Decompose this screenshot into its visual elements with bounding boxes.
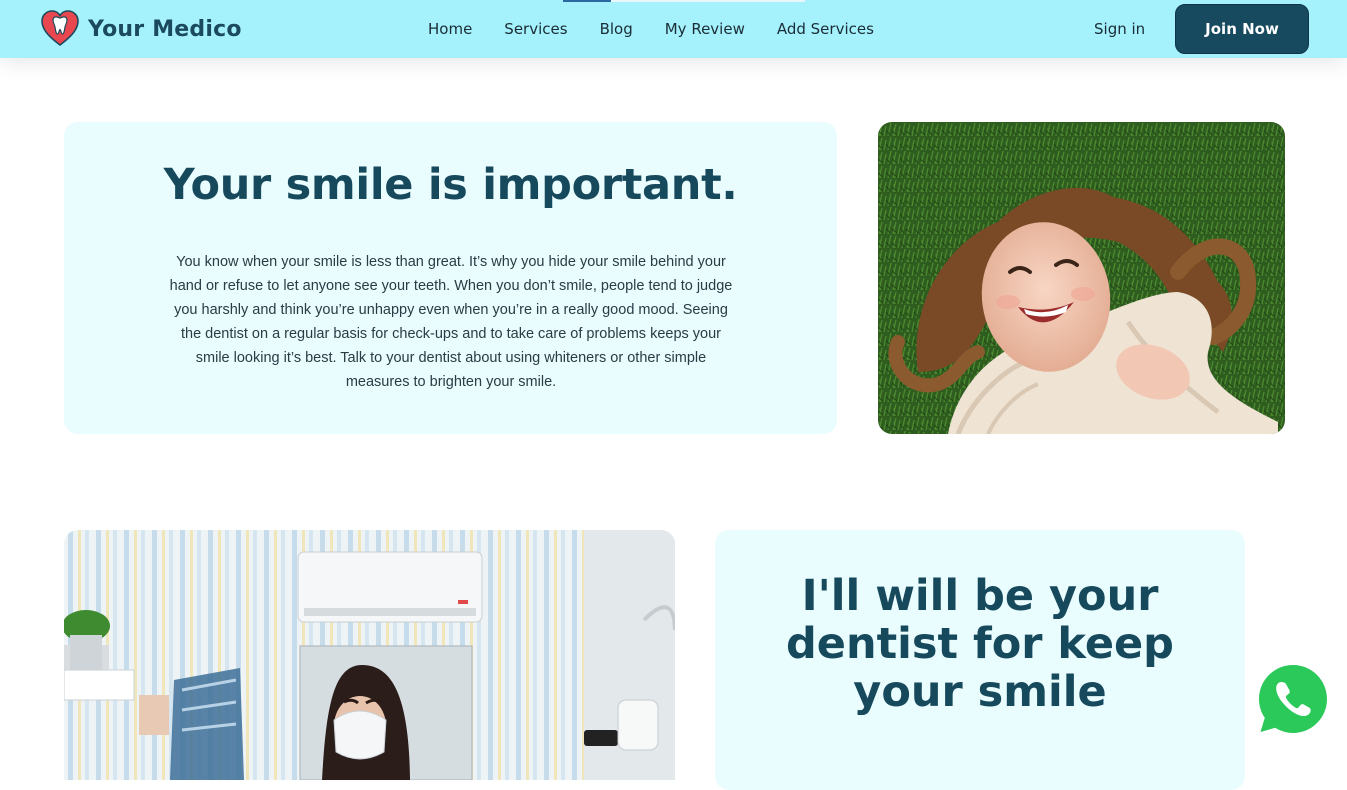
nav-services[interactable]: Services bbox=[504, 18, 567, 40]
tooth-heart-icon bbox=[41, 10, 79, 47]
nav-my-review[interactable]: My Review bbox=[665, 18, 745, 40]
smile-important-text: You know when your smile is less than gr… bbox=[169, 254, 733, 390]
your-dentist-heading: I'll will be your dentist for keep your … bbox=[786, 571, 1174, 717]
nav-home[interactable]: Home bbox=[428, 18, 472, 40]
nav-blog[interactable]: Blog bbox=[600, 18, 633, 40]
smiling-girl-photo bbox=[878, 122, 1285, 434]
your-dentist-card: I'll will be your dentist for keep your … bbox=[715, 530, 1245, 790]
whatsapp-icon bbox=[1254, 660, 1332, 738]
smiling-girl-image bbox=[878, 122, 1285, 434]
nav-progress-track bbox=[611, 0, 805, 2]
dentist-image bbox=[64, 530, 675, 780]
dentist-photo bbox=[64, 530, 675, 780]
join-now-button[interactable]: Join Now bbox=[1175, 4, 1309, 54]
brand-name: Your Medico bbox=[88, 16, 242, 42]
smile-important-heading: Your smile is important. bbox=[163, 160, 738, 210]
sign-in-link[interactable]: Sign in bbox=[1094, 18, 1145, 40]
top-navbar: Your Medico Home Services Blog My Review… bbox=[0, 0, 1347, 58]
whatsapp-button[interactable] bbox=[1251, 657, 1335, 741]
main-nav: Home Services Blog My Review Add Service… bbox=[428, 18, 906, 40]
nav-progress-indicator bbox=[563, 0, 611, 2]
smile-important-card: Your smile is important. You know when y… bbox=[64, 122, 837, 434]
nav-add-services[interactable]: Add Services bbox=[777, 18, 874, 40]
brand-logo-link[interactable]: Your Medico bbox=[40, 9, 242, 49]
